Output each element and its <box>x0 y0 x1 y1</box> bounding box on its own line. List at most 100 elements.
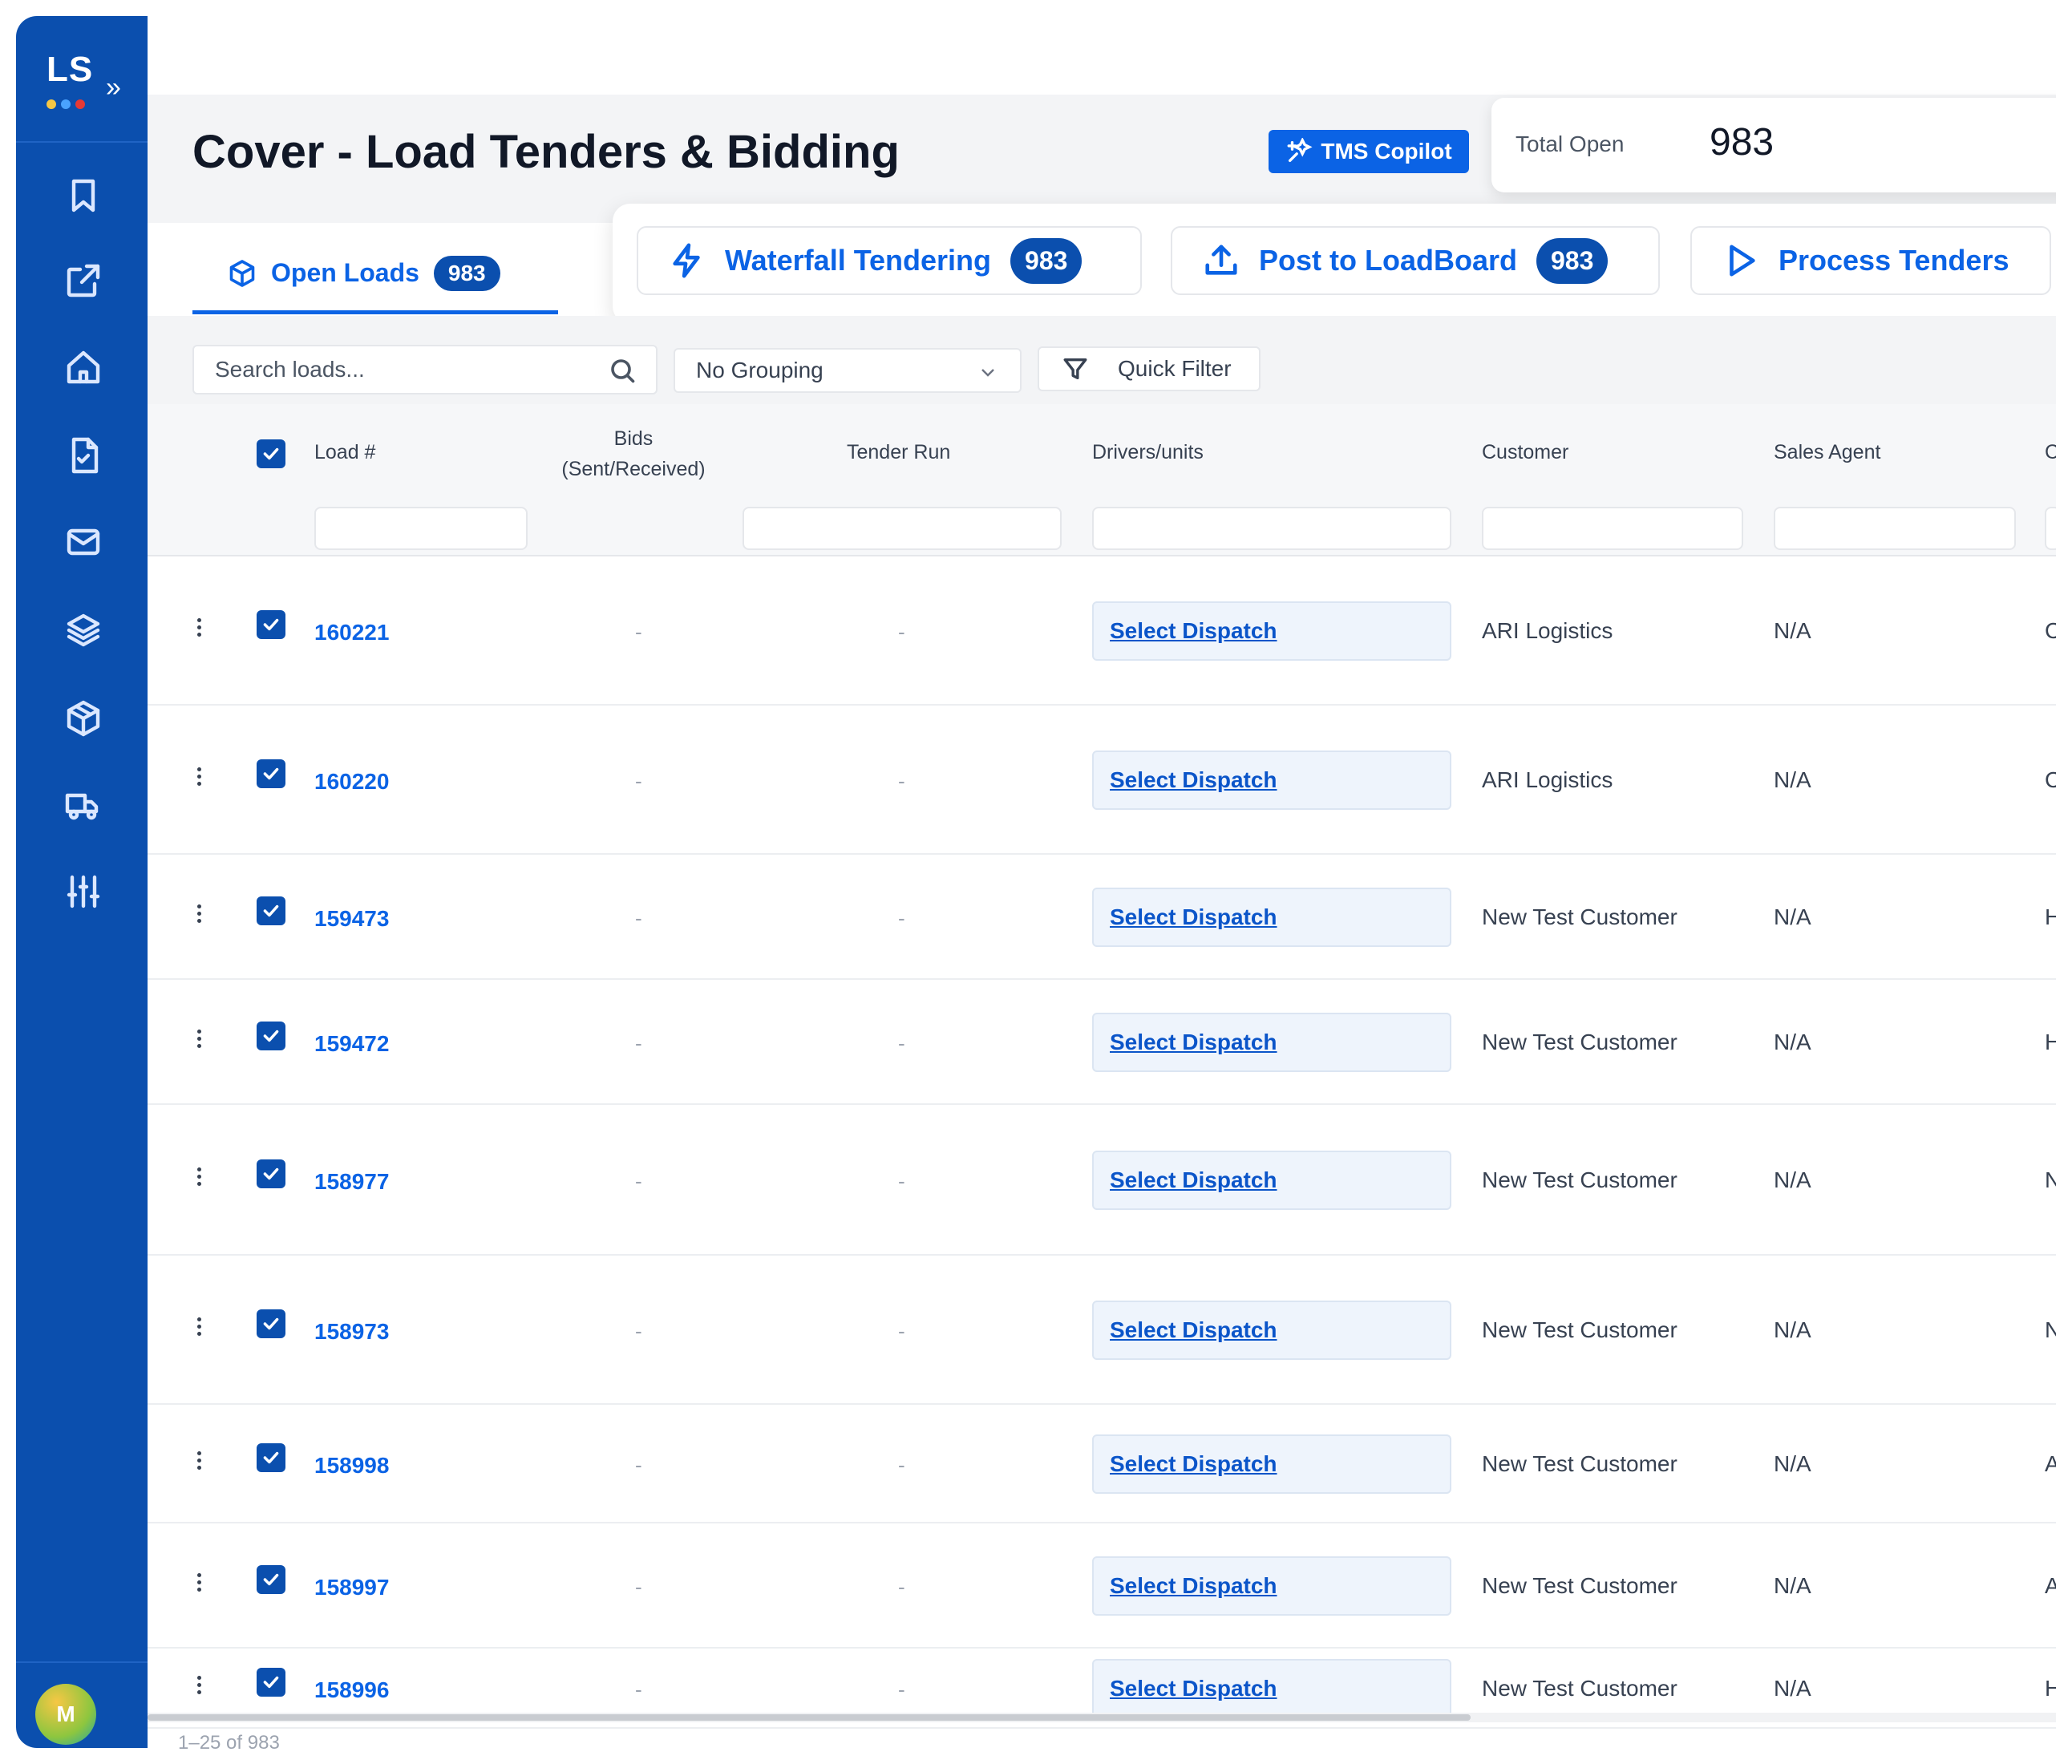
select-dispatch-button[interactable]: Select Dispatch <box>1092 601 1451 661</box>
select-dispatch-button[interactable]: Select Dispatch <box>1092 1301 1451 1360</box>
select-dispatch-button[interactable]: Select Dispatch <box>1092 1013 1451 1072</box>
column-header-bids[interactable]: Bids (Sent/Received) <box>553 423 714 484</box>
filter-customer-input[interactable] <box>1482 507 1743 550</box>
load-number-link[interactable]: 159473 <box>314 906 389 932</box>
table-row: 158973 - - Select Dispatch New Test Customer… <box>148 1256 2058 1405</box>
select-dispatch-button[interactable]: Select Dispatch <box>1092 1659 1451 1718</box>
horizontal-scrollbar[interactable] <box>148 1713 2056 1722</box>
load-number-link[interactable]: 158973 <box>314 1319 389 1345</box>
row-checkbox[interactable] <box>257 1022 285 1050</box>
filter-icon <box>1063 358 1087 380</box>
package-icon <box>229 259 255 287</box>
tms-copilot-button[interactable]: TMS Copilot <box>1269 130 1469 173</box>
grouping-select[interactable]: No Grouping <box>674 348 1022 393</box>
sidebar-divider-bottom <box>16 1661 148 1663</box>
mail-icon[interactable] <box>63 521 104 563</box>
tender-run-value: - <box>898 769 905 793</box>
sparkle-icon <box>1287 138 1313 163</box>
select-all-checkbox[interactable] <box>257 439 285 468</box>
filter-drivers-input[interactable] <box>1092 507 1451 550</box>
row-checkbox[interactable] <box>257 1159 285 1188</box>
load-number-link[interactable]: 158997 <box>314 1575 389 1600</box>
process-tenders-button[interactable]: Process Tenders <box>1690 226 2051 295</box>
row-menu-icon[interactable] <box>191 1448 207 1480</box>
row-menu-icon[interactable] <box>191 1314 207 1346</box>
bids-value: - <box>635 1575 642 1599</box>
truck-icon[interactable] <box>63 784 104 826</box>
external-link-icon[interactable] <box>63 260 104 301</box>
total-open-label: Total Open <box>1516 131 1625 156</box>
scrollbar-thumb[interactable] <box>148 1714 1471 1721</box>
row-menu-icon[interactable] <box>191 764 207 796</box>
sales-agent-value: N/A <box>1774 1573 1811 1598</box>
customer-value: ARI Logistics <box>1482 618 1613 643</box>
search-box <box>192 345 658 394</box>
load-number-link[interactable]: 160220 <box>314 769 389 795</box>
document-check-icon[interactable] <box>63 435 104 476</box>
customer-value: New Test Customer <box>1482 1451 1677 1476</box>
row-menu-icon[interactable] <box>191 1164 207 1196</box>
tender-run-value: - <box>898 1453 905 1477</box>
user-avatar[interactable]: M <box>35 1684 96 1745</box>
row-checkbox[interactable] <box>257 1565 285 1594</box>
filter-sales-agent-input[interactable] <box>1774 507 2016 550</box>
column-header-next-partial[interactable]: C <box>2045 441 2056 464</box>
tms-copilot-label: TMS Copilot <box>1321 139 1452 164</box>
check-icon <box>263 1573 279 1586</box>
layers-icon[interactable] <box>63 609 104 651</box>
select-dispatch-button[interactable]: Select Dispatch <box>1092 1151 1451 1210</box>
row-checkbox[interactable] <box>257 610 285 639</box>
post-to-loadboard-button[interactable]: Post to LoadBoard 983 <box>1171 226 1660 295</box>
select-dispatch-button[interactable]: Select Dispatch <box>1092 751 1451 810</box>
quick-filter-button[interactable]: Quick Filter <box>1038 346 1261 391</box>
tab-open-loads[interactable]: Open Loads 983 <box>192 236 558 314</box>
bookmark-icon[interactable] <box>63 175 104 216</box>
column-header-drivers-units[interactable]: Drivers/units <box>1092 441 1204 464</box>
row-menu-icon[interactable] <box>191 1673 207 1705</box>
row-menu-icon[interactable] <box>191 901 207 933</box>
column-header-sales-agent[interactable]: Sales Agent <box>1774 441 1880 464</box>
load-number-link[interactable]: 158977 <box>314 1169 389 1195</box>
check-icon <box>263 767 279 780</box>
filter-tender-run-input[interactable] <box>743 507 1062 550</box>
select-dispatch-button[interactable]: Select Dispatch <box>1092 1434 1451 1494</box>
column-header-tender-run[interactable]: Tender Run <box>847 441 950 464</box>
sliders-icon[interactable] <box>63 871 104 912</box>
app-logo[interactable]: LS <box>47 50 93 90</box>
customer-value: New Test Customer <box>1482 1030 1677 1054</box>
column-header-load[interactable]: Load # <box>314 441 375 464</box>
load-number-link[interactable]: 158996 <box>314 1677 389 1703</box>
filter-load-input[interactable] <box>314 507 528 550</box>
select-dispatch-button[interactable]: Select Dispatch <box>1092 888 1451 947</box>
row-checkbox[interactable] <box>257 1309 285 1338</box>
row-checkbox[interactable] <box>257 1443 285 1472</box>
customer-value: New Test Customer <box>1482 1167 1677 1192</box>
table-row: 158977 - - Select Dispatch New Test Customer… <box>148 1105 2058 1256</box>
tender-run-value: - <box>898 1677 905 1701</box>
select-dispatch-button[interactable]: Select Dispatch <box>1092 1556 1451 1616</box>
bids-value: - <box>635 1169 642 1193</box>
check-icon <box>263 1451 279 1464</box>
search-icon[interactable] <box>608 356 637 385</box>
sidebar-expand-icon[interactable]: » <box>106 72 121 103</box>
home-icon[interactable] <box>63 346 104 388</box>
package-icon[interactable] <box>63 698 104 739</box>
row-menu-icon[interactable] <box>191 615 207 647</box>
load-number-link[interactable]: 158998 <box>314 1453 389 1479</box>
play-icon <box>1730 245 1755 277</box>
load-number-link[interactable]: 159472 <box>314 1031 389 1057</box>
waterfall-tendering-button[interactable]: Waterfall Tendering 983 <box>637 226 1142 295</box>
row-checkbox[interactable] <box>257 759 285 788</box>
row-menu-icon[interactable] <box>191 1026 207 1058</box>
row-checkbox[interactable] <box>257 1668 285 1697</box>
load-number-link[interactable]: 160221 <box>314 620 389 645</box>
search-input[interactable] <box>194 346 595 393</box>
logo-dots <box>47 99 85 109</box>
chevron-down-icon <box>981 369 994 377</box>
row-checkbox[interactable] <box>257 896 285 925</box>
column-header-customer[interactable]: Customer <box>1482 441 1568 464</box>
top-bar <box>148 16 2056 95</box>
open-loads-count-badge: 983 <box>433 255 500 291</box>
bids-value: - <box>635 1319 642 1343</box>
row-menu-icon[interactable] <box>191 1570 207 1602</box>
